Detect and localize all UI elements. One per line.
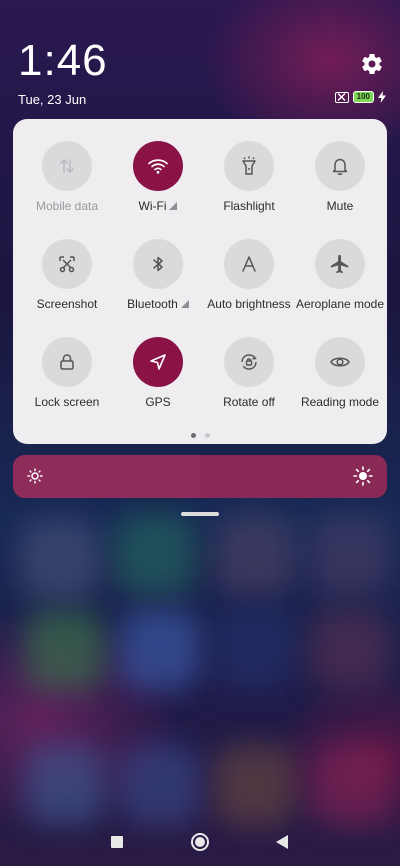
tile-rotate-off[interactable]: Rotate off bbox=[201, 337, 297, 409]
date-label[interactable]: Tue, 23 Jun bbox=[18, 92, 86, 107]
tile-label: Flashlight bbox=[223, 199, 275, 213]
page-dot[interactable] bbox=[190, 433, 196, 438]
location-arrow-icon[interactable] bbox=[133, 337, 183, 387]
bell-icon[interactable] bbox=[315, 141, 365, 191]
tile-label: GPS bbox=[145, 395, 171, 409]
wifi-icon[interactable] bbox=[133, 141, 183, 191]
tile-label: Aeroplane mode bbox=[295, 297, 385, 311]
tile-mute[interactable]: Mute bbox=[292, 141, 388, 213]
tile-gps[interactable]: GPS bbox=[110, 337, 206, 409]
tile-label: Reading mode bbox=[300, 395, 380, 409]
tile-reading-mode[interactable]: Reading mode bbox=[292, 337, 388, 409]
brightness-slider[interactable] bbox=[13, 455, 387, 498]
battery-level: 100 bbox=[356, 92, 370, 101]
eye-icon[interactable] bbox=[315, 337, 365, 387]
lock-icon[interactable] bbox=[42, 337, 92, 387]
tile-label: Wi-Fi bbox=[110, 199, 206, 213]
mobile-data-icon[interactable] bbox=[42, 141, 92, 191]
tile-auto-brightness[interactable]: Auto brightness bbox=[201, 239, 297, 311]
tile-label: Mute bbox=[326, 199, 354, 213]
back-button[interactable] bbox=[276, 835, 288, 849]
rotate-lock-icon[interactable] bbox=[224, 337, 274, 387]
tile-label: Auto brightness bbox=[207, 297, 291, 311]
tile-label: Lock screen bbox=[34, 395, 100, 409]
auto-brightness-icon[interactable] bbox=[224, 239, 274, 289]
gear-icon[interactable] bbox=[360, 52, 384, 76]
tile-label: Rotate off bbox=[223, 395, 275, 409]
tile-screenshot[interactable]: Screenshot bbox=[19, 239, 115, 311]
tile-label: Screenshot bbox=[36, 297, 98, 311]
quick-settings-panel: Mobile data Wi-Fi Flashlight Mute Screenshot… bbox=[13, 119, 387, 444]
tile-bluetooth[interactable]: Bluetooth bbox=[110, 239, 206, 311]
airplane-icon[interactable] bbox=[315, 239, 365, 289]
tile-lock-screen[interactable]: Lock screen bbox=[19, 337, 115, 409]
battery-icon: 100 bbox=[352, 91, 374, 103]
tile-mobile-data[interactable]: Mobile data bbox=[19, 141, 115, 213]
tile-wi-fi[interactable]: Wi-Fi bbox=[110, 141, 206, 213]
navigation-bar bbox=[0, 828, 400, 858]
charging-icon bbox=[378, 91, 386, 103]
page-dot[interactable] bbox=[204, 433, 210, 438]
signal-triangle-icon bbox=[180, 300, 189, 308]
status-icons: 100 bbox=[334, 91, 386, 103]
signal-triangle-icon bbox=[169, 202, 178, 210]
bluetooth-icon[interactable] bbox=[133, 239, 183, 289]
flashlight-icon[interactable] bbox=[224, 141, 274, 191]
no-sim-icon bbox=[334, 91, 349, 103]
tile-flashlight[interactable]: Flashlight bbox=[201, 141, 297, 213]
recents-button[interactable] bbox=[111, 836, 123, 848]
tile-label: Mobile data bbox=[35, 199, 99, 213]
brightness-low-icon bbox=[27, 468, 43, 484]
scissors-icon[interactable] bbox=[42, 239, 92, 289]
home-button[interactable] bbox=[191, 833, 209, 851]
tile-aeroplane-mode[interactable]: Aeroplane mode bbox=[292, 239, 388, 311]
tile-label: Bluetooth bbox=[110, 297, 206, 311]
page-indicator bbox=[13, 433, 387, 438]
drag-handle[interactable] bbox=[181, 512, 219, 516]
clock-time[interactable]: 1:46 bbox=[18, 36, 108, 86]
brightness-high-icon bbox=[353, 466, 373, 486]
